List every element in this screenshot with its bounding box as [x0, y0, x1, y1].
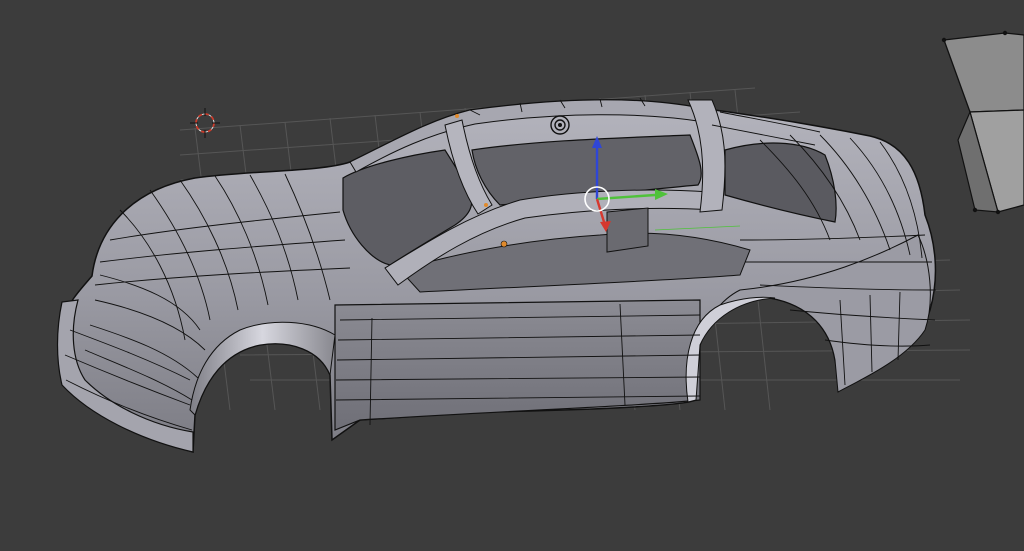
object-origin-dot[interactable]: [500, 240, 508, 248]
viewport-canvas[interactable]: [0, 0, 1024, 551]
3d-viewport[interactable]: [0, 0, 1024, 551]
vertex-dot: [455, 114, 459, 118]
vertex-dot: [484, 203, 488, 207]
door-sill-block: [606, 207, 649, 253]
